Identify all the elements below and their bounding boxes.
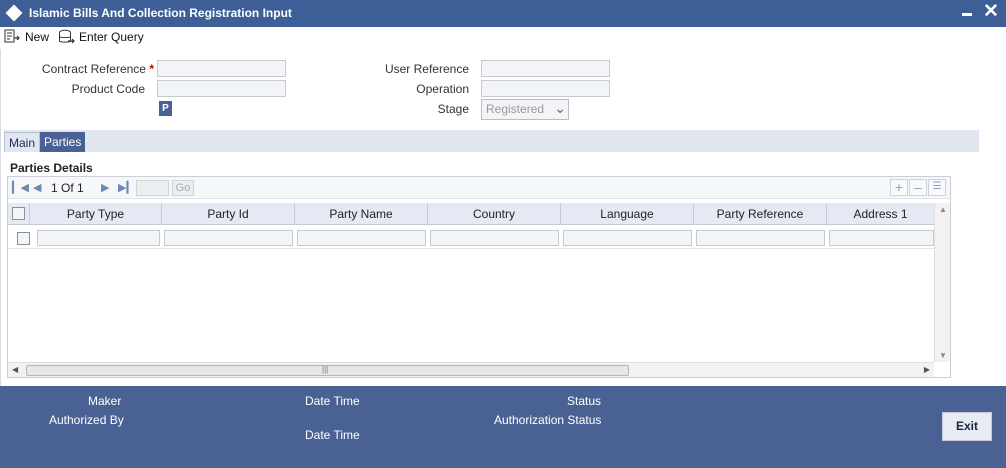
user-reference-field[interactable]	[481, 60, 610, 77]
database-query-icon	[59, 29, 75, 44]
parties-grid: ▎◀ ◀ 1 Of 1 ▶ ▶▎ Go + – ☰ Party Type Par…	[7, 176, 951, 378]
next-page-icon[interactable]: ▶	[101, 181, 109, 194]
minimize-icon[interactable]	[962, 13, 972, 16]
authorized-by-label: Authorized By	[49, 413, 124, 427]
stage-select[interactable]: Registered ⌄	[481, 99, 569, 120]
party-id-input[interactable]	[164, 230, 293, 246]
first-page-icon[interactable]: ▎◀	[12, 181, 29, 194]
operation-field[interactable]	[481, 80, 610, 97]
checker-date-time-label: Date Time	[305, 428, 360, 442]
maker-date-time-label: Date Time	[305, 394, 360, 408]
tab-main[interactable]: Main	[4, 132, 41, 152]
page-info: 1 Of 1	[51, 181, 84, 195]
language-input[interactable]	[563, 230, 692, 246]
operation-label: Operation	[416, 82, 469, 96]
horizontal-scrollbar[interactable]: ◀ ||| ▶	[8, 362, 934, 377]
add-row-icon[interactable]: +	[890, 179, 908, 196]
window-title-bar: Islamic Bills And Collection Registratio…	[0, 0, 1006, 27]
app-diamond-icon	[5, 4, 23, 22]
column-header-language[interactable]: Language	[561, 203, 694, 225]
stage-select-value: Registered	[486, 102, 545, 116]
new-button-label: New	[25, 30, 50, 44]
contract-reference-label: Contract Reference *	[41, 62, 154, 76]
column-header-party-name[interactable]: Party Name	[295, 203, 428, 225]
parties-details-title: Parties Details	[10, 161, 93, 175]
close-icon[interactable]: ✕	[983, 1, 999, 23]
view-list-icon[interactable]: ☰	[928, 179, 946, 196]
scrollbar-grip-icon: |||	[322, 365, 329, 374]
column-header-party-id[interactable]: Party Id	[162, 203, 295, 225]
go-button[interactable]: Go	[172, 180, 194, 196]
grid-navigation-bar: ▎◀ ◀ 1 Of 1 ▶ ▶▎ Go + – ☰	[8, 177, 950, 199]
last-page-icon[interactable]: ▶▎	[118, 181, 135, 194]
enter-query-label: Enter Query	[79, 30, 144, 44]
party-type-input[interactable]	[37, 230, 160, 246]
scrollbar-thumb[interactable]: |||	[26, 365, 629, 376]
row-checkbox[interactable]	[17, 232, 30, 245]
tab-parties[interactable]: Parties	[40, 132, 86, 152]
authorization-status-label: Authorization Status	[494, 413, 602, 427]
contract-reference-field[interactable]	[157, 60, 286, 77]
required-marker: *	[149, 62, 154, 76]
country-input[interactable]	[430, 230, 559, 246]
product-code-field[interactable]	[157, 80, 286, 97]
chevron-down-icon: ⌄	[554, 100, 566, 116]
new-document-icon	[4, 29, 20, 43]
column-header-party-type[interactable]: Party Type	[30, 203, 162, 225]
maker-label: Maker	[88, 394, 122, 408]
window-title: Islamic Bills And Collection Registratio…	[29, 6, 292, 20]
delete-row-icon[interactable]: –	[909, 179, 927, 196]
table-row	[8, 227, 934, 249]
vertical-scrollbar[interactable]: ▲ ▼	[934, 203, 950, 362]
new-button[interactable]: New	[4, 28, 49, 46]
stage-label: Stage	[437, 102, 469, 116]
audit-footer: Maker Date Time Status Authorized By Aut…	[0, 386, 1006, 468]
party-reference-input[interactable]	[696, 230, 825, 246]
exit-button[interactable]: Exit	[942, 412, 992, 441]
scroll-left-icon[interactable]: ◀	[12, 365, 18, 374]
grid-header: Party Type Party Id Party Name Country L…	[8, 203, 934, 225]
scroll-up-icon[interactable]: ▲	[939, 205, 947, 214]
address-1-input[interactable]	[829, 230, 934, 246]
party-name-input[interactable]	[297, 230, 426, 246]
status-label: Status	[567, 394, 602, 408]
tab-strip: Main Parties	[4, 130, 979, 152]
column-header-party-reference[interactable]: Party Reference	[694, 203, 827, 225]
previous-page-icon[interactable]: ◀	[33, 181, 41, 194]
user-reference-label: User Reference	[384, 62, 469, 76]
column-header-country[interactable]: Country	[428, 203, 561, 225]
enter-query-button[interactable]: Enter Query	[58, 28, 144, 46]
column-header-address-1[interactable]: Address 1	[827, 203, 934, 225]
select-all-cell	[8, 203, 30, 225]
goto-page-input[interactable]	[136, 180, 169, 196]
product-pick-button[interactable]: P	[159, 101, 172, 116]
select-all-checkbox[interactable]	[12, 207, 25, 220]
scroll-down-icon[interactable]: ▼	[939, 351, 947, 360]
product-code-label: Product Code	[71, 82, 145, 96]
toolbar: New Enter Query	[0, 27, 1006, 49]
scroll-right-icon[interactable]: ▶	[924, 365, 930, 374]
